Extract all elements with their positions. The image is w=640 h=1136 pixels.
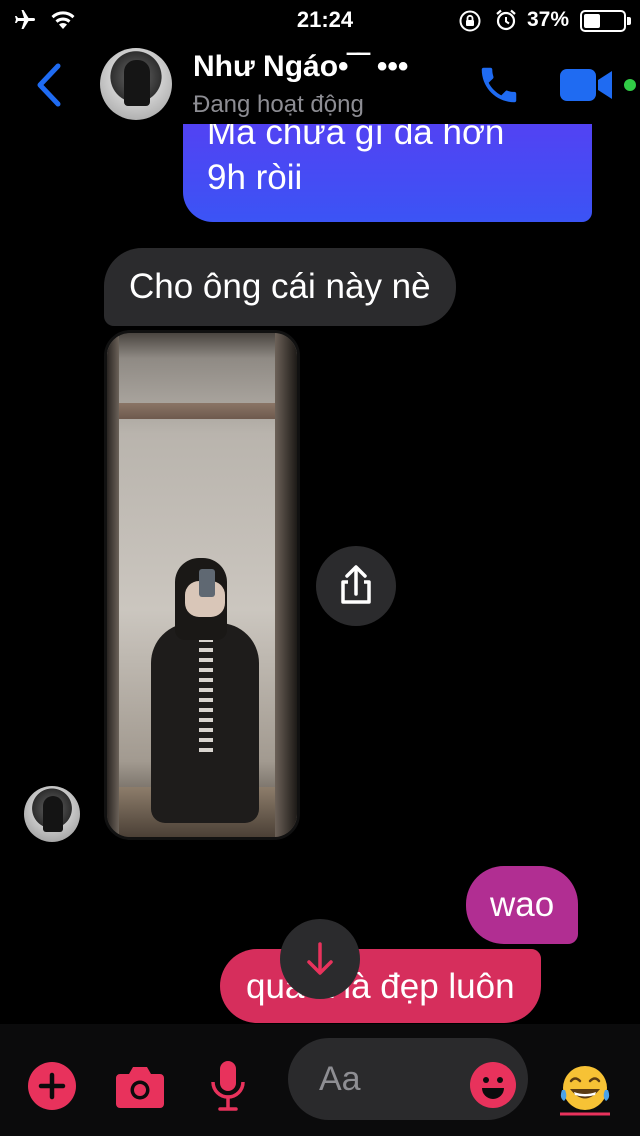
status-bar: 21:24 37% [0,0,640,40]
contact-status: Đang hoạt động [193,91,364,118]
outgoing-message[interactable]: wao [466,866,579,944]
incoming-message[interactable]: Cho ông cái này nè [104,248,456,326]
contact-avatar[interactable] [100,48,172,120]
message-composer: Aa [0,1024,640,1136]
message-text: wao [490,885,555,924]
plus-icon[interactable] [28,1062,76,1110]
arrow-down-icon [307,942,333,975]
message-text-line: 9h ròii [207,158,303,197]
phone-icon[interactable] [476,62,522,108]
battery-fill [584,14,600,28]
battery-icon [580,10,631,32]
outgoing-message[interactable]: quá á là đẹp luôn [220,949,541,1023]
photo-attachment[interactable] [104,330,300,840]
microphone-icon[interactable] [208,1060,248,1112]
share-icon [341,565,371,604]
share-button[interactable] [316,546,396,626]
message-input-placeholder: Aa [319,1060,361,1098]
contact-name[interactable]: Như Ngáo•‾‾ ••• [193,50,408,84]
camera-icon[interactable] [114,1064,166,1110]
laughing-tears-emoji-icon[interactable] [558,1062,612,1116]
battery-percent: 37% [527,8,570,31]
active-status-dot [621,76,639,94]
back-chevron-icon[interactable] [30,60,70,110]
video-camera-icon[interactable] [558,66,614,104]
emoji-icon[interactable] [470,1062,516,1108]
orientation-lock-icon [459,10,481,32]
alarm-icon [496,9,516,31]
scroll-to-bottom-button[interactable] [280,919,360,999]
message-text: Cho ông cái này nè [129,267,431,306]
contact-avatar-small[interactable] [24,786,80,842]
conversation-header: Như Ngáo•‾‾ ••• Đang hoạt động [0,40,640,124]
